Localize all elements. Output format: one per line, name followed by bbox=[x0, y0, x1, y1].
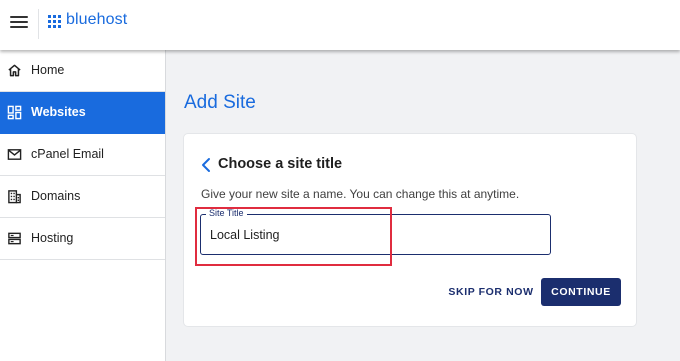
sidebar-item-label: Home bbox=[31, 63, 65, 77]
page-title: Add Site bbox=[184, 92, 256, 113]
card-description: Give your new site a name. You can chang… bbox=[201, 187, 520, 201]
sidebar-item-label: Hosting bbox=[31, 231, 74, 245]
site-title-input[interactable] bbox=[210, 226, 540, 244]
topbar-divider bbox=[38, 9, 39, 39]
bluehost-grid-logo-icon[interactable] bbox=[48, 15, 61, 28]
skip-for-now-button[interactable]: SKIP FOR NOW bbox=[446, 281, 536, 303]
dashboard-grid-icon bbox=[7, 105, 22, 120]
sidebar: Home Websites cPanel Email Domains Hosti… bbox=[0, 50, 166, 361]
brand-logo-text[interactable]: bluehost bbox=[66, 11, 127, 29]
chevron-left-icon[interactable] bbox=[200, 157, 212, 173]
continue-button[interactable]: CONTINUE bbox=[541, 278, 621, 306]
envelope-icon bbox=[7, 149, 22, 160]
sidebar-item-home[interactable]: Home bbox=[0, 50, 165, 92]
sidebar-item-label: cPanel Email bbox=[31, 147, 104, 161]
sidebar-item-label: Websites bbox=[31, 105, 86, 119]
card-heading: Choose a site title bbox=[218, 156, 343, 172]
top-bar: bluehost bbox=[0, 0, 680, 50]
hamburger-menu-icon[interactable] bbox=[10, 14, 28, 30]
home-icon bbox=[8, 64, 21, 77]
server-icon bbox=[8, 232, 21, 245]
sidebar-item-cpanel-email[interactable]: cPanel Email bbox=[0, 134, 165, 176]
sidebar-item-websites[interactable]: Websites bbox=[0, 92, 165, 134]
sidebar-item-domains[interactable]: Domains bbox=[0, 176, 165, 218]
building-icon bbox=[8, 190, 21, 204]
sidebar-item-label: Domains bbox=[31, 189, 81, 203]
site-title-field-label: Site Title bbox=[206, 208, 247, 218]
sidebar-item-hosting[interactable]: Hosting bbox=[0, 218, 165, 260]
